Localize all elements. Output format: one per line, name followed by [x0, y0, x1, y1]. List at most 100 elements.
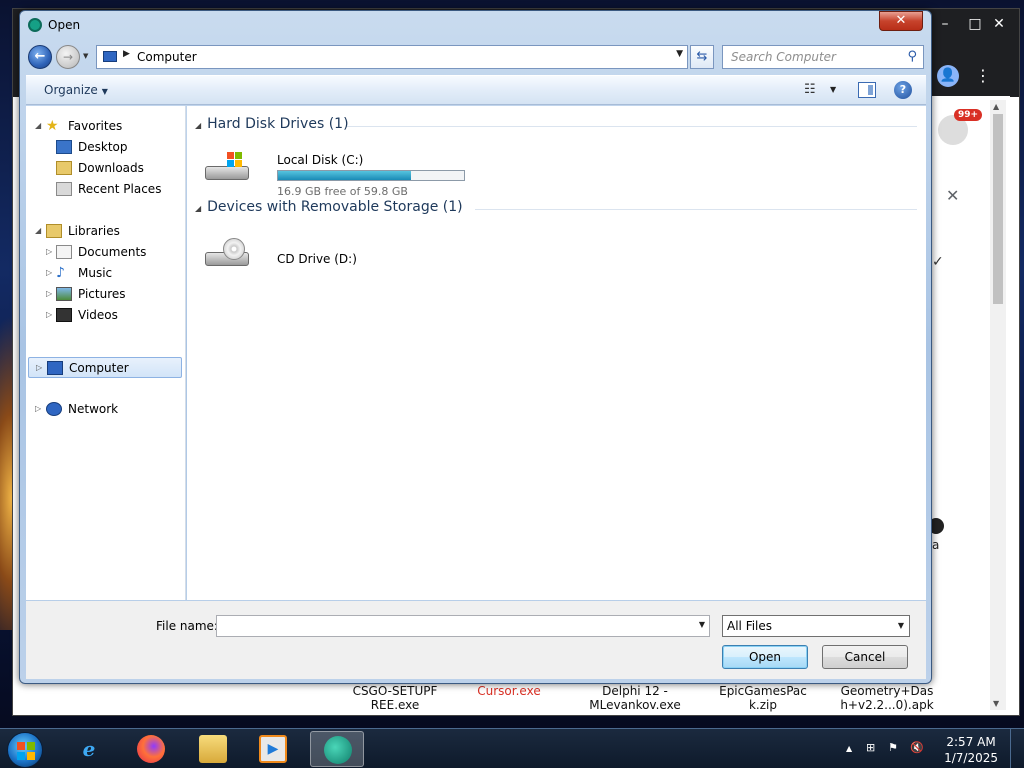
open-button[interactable]: Open [722, 645, 808, 669]
taskbar-windows-explorer[interactable] [186, 731, 240, 767]
chevron-down-icon[interactable]: ▼ [699, 620, 705, 629]
organize-button[interactable]: Organize ▼ [44, 83, 108, 97]
cd-drive-icon [203, 238, 251, 270]
volume-muted-icon[interactable]: 🔇 [910, 741, 924, 754]
documents-icon [56, 245, 72, 259]
background-file-label[interactable]: Cursor.exe [454, 684, 564, 698]
pictures-icon [56, 287, 72, 301]
collapsed-arrow-icon[interactable]: ▷ [46, 263, 52, 283]
close-icon[interactable]: ✕ [946, 186, 959, 205]
computer-icon [47, 361, 63, 375]
show-hidden-icons[interactable]: ▲ [846, 744, 852, 753]
search-icon[interactable]: ⚲ [907, 49, 917, 64]
taskbar: e ▶ ▲ ⊞ ⚑ 🔇 2:57 AM 1/7/2025 [0, 728, 1024, 768]
refresh-button[interactable]: ⇆ [690, 45, 714, 69]
navigation-pane: ◢ ★ Favorites Desktop Downloads Recent P… [26, 106, 186, 600]
search-input[interactable]: Search Computer ⚲ [722, 45, 924, 69]
browser-profile-icon[interactable]: 👤 [937, 65, 959, 87]
nav-item-recent-places[interactable]: Recent Places [26, 179, 182, 200]
dialog-titlebar[interactable]: Open ✕ [20, 11, 931, 39]
dialog-close-button[interactable]: ✕ [879, 11, 923, 31]
file-name-label: File name: [156, 619, 218, 633]
drive-name: Local Disk (C:) [277, 153, 364, 167]
nav-network[interactable]: ▷ Network [26, 399, 182, 420]
browser-close-button[interactable]: ✕ [981, 13, 1017, 37]
background-file-label[interactable]: Geometry+Das h+v2.2...0).apk [832, 684, 942, 712]
browser-scrollbar[interactable]: ▲ ▼ [990, 100, 1006, 710]
check-icon[interactable]: ✓ [932, 254, 944, 270]
show-desktop-button[interactable] [1010, 729, 1024, 768]
computer-icon [103, 51, 117, 62]
videos-icon [56, 308, 72, 322]
address-dropdown-icon[interactable]: ▼ [676, 49, 683, 59]
help-icon[interactable]: ? [894, 81, 912, 99]
scrollbar-thumb[interactable] [993, 114, 1003, 304]
forward-button[interactable]: → [56, 45, 80, 69]
desktop-icon [56, 140, 72, 154]
nav-item-videos[interactable]: ▷ Videos [26, 305, 182, 326]
collapsed-arrow-icon[interactable]: ▷ [35, 399, 41, 419]
start-button[interactable] [7, 732, 43, 768]
action-center-flag-icon[interactable]: ⚑ [888, 741, 898, 754]
file-name-field[interactable]: ▼ [216, 615, 710, 637]
chevron-down-icon: ▼ [101, 87, 108, 96]
media-player-icon: ▶ [259, 735, 287, 763]
nav-item-label: Videos [78, 308, 118, 322]
address-row: ← → ▼ ▶ Computer ▼ ⇆ Search Computer ⚲ [26, 43, 926, 71]
dialog-bottom-bar: File name: ▼ All Files ▼ Open Cancel [26, 601, 926, 679]
address-bar[interactable]: ▶ Computer ▼ [96, 45, 688, 69]
expanded-arrow-icon[interactable]: ◢ [35, 221, 41, 241]
chevron-down-icon[interactable]: ▼ [898, 621, 904, 630]
nav-item-label: Downloads [78, 161, 144, 175]
nav-item-music[interactable]: ▷ ♪ Music [26, 263, 182, 284]
clock-time: 2:57 AM [946, 735, 996, 749]
partial-text: a [932, 538, 940, 552]
scroll-down-icon[interactable]: ▼ [993, 699, 999, 708]
breadcrumb-arrow-icon[interactable]: ▶ [123, 49, 130, 59]
nav-libraries[interactable]: ◢ Libraries [26, 221, 182, 242]
music-icon: ♪ [56, 265, 65, 281]
drive-free-space: 16.9 GB free of 59.8 GB [277, 185, 408, 198]
background-file-label[interactable]: CSGO-SETUPF REE.exe [340, 684, 450, 712]
collapsed-arrow-icon[interactable]: ▷ [46, 284, 52, 304]
group-header-removable[interactable]: ◢ Devices with Removable Storage (1) [195, 199, 463, 215]
taskbar-cursor-app[interactable] [310, 731, 364, 767]
change-view-icon[interactable]: ☷ [804, 82, 816, 97]
background-file-label[interactable]: EpicGamesPac k.zip [708, 684, 818, 712]
taskbar-internet-explorer[interactable]: e [62, 731, 116, 767]
background-file-label[interactable]: Delphi 12 - MLevankov.exe [580, 684, 690, 712]
file-type-select[interactable]: All Files ▼ [722, 615, 910, 637]
internet-explorer-icon: e [82, 737, 96, 761]
expanded-arrow-icon: ◢ [195, 204, 202, 213]
group-header-hard-disks[interactable]: ◢ Hard Disk Drives (1) [195, 116, 349, 132]
taskbar-firefox[interactable] [124, 731, 178, 767]
libraries-icon [46, 224, 62, 238]
nav-favorites-label: Favorites [68, 119, 123, 133]
nav-item-downloads[interactable]: Downloads [26, 158, 182, 179]
network-tray-icon[interactable]: ⊞ [866, 741, 875, 754]
nav-item-label: Documents [78, 245, 147, 259]
expanded-arrow-icon[interactable]: ◢ [35, 116, 41, 136]
taskbar-media-player[interactable]: ▶ [246, 731, 300, 767]
browser-menu-icon[interactable]: ⋮ [975, 65, 991, 87]
collapsed-arrow-icon[interactable]: ▷ [36, 358, 42, 378]
preview-pane-icon[interactable] [858, 82, 876, 98]
back-button[interactable]: ← [28, 45, 52, 69]
nav-item-desktop[interactable]: Desktop [26, 137, 182, 158]
nav-item-documents[interactable]: ▷ Documents [26, 242, 182, 263]
scroll-up-icon[interactable]: ▲ [993, 102, 999, 111]
recent-locations-dropdown[interactable]: ▼ [83, 52, 88, 60]
nav-computer[interactable]: ▷ Computer [28, 357, 182, 378]
breadcrumb-computer[interactable]: Computer [137, 50, 197, 64]
nav-item-label: Recent Places [78, 182, 162, 196]
nav-item-pictures[interactable]: ▷ Pictures [26, 284, 182, 305]
view-options-dropdown[interactable]: ▼ [830, 85, 836, 94]
cancel-button[interactable]: Cancel [822, 645, 908, 669]
group-header-label: Hard Disk Drives (1) [207, 116, 349, 132]
clock[interactable]: 2:57 AM 1/7/2025 [944, 734, 998, 766]
collapsed-arrow-icon[interactable]: ▷ [46, 305, 52, 325]
collapsed-arrow-icon[interactable]: ▷ [46, 242, 52, 262]
nav-item-label: Music [78, 266, 113, 280]
drive-name: CD Drive (D:) [277, 252, 357, 266]
nav-favorites[interactable]: ◢ ★ Favorites [26, 116, 182, 137]
